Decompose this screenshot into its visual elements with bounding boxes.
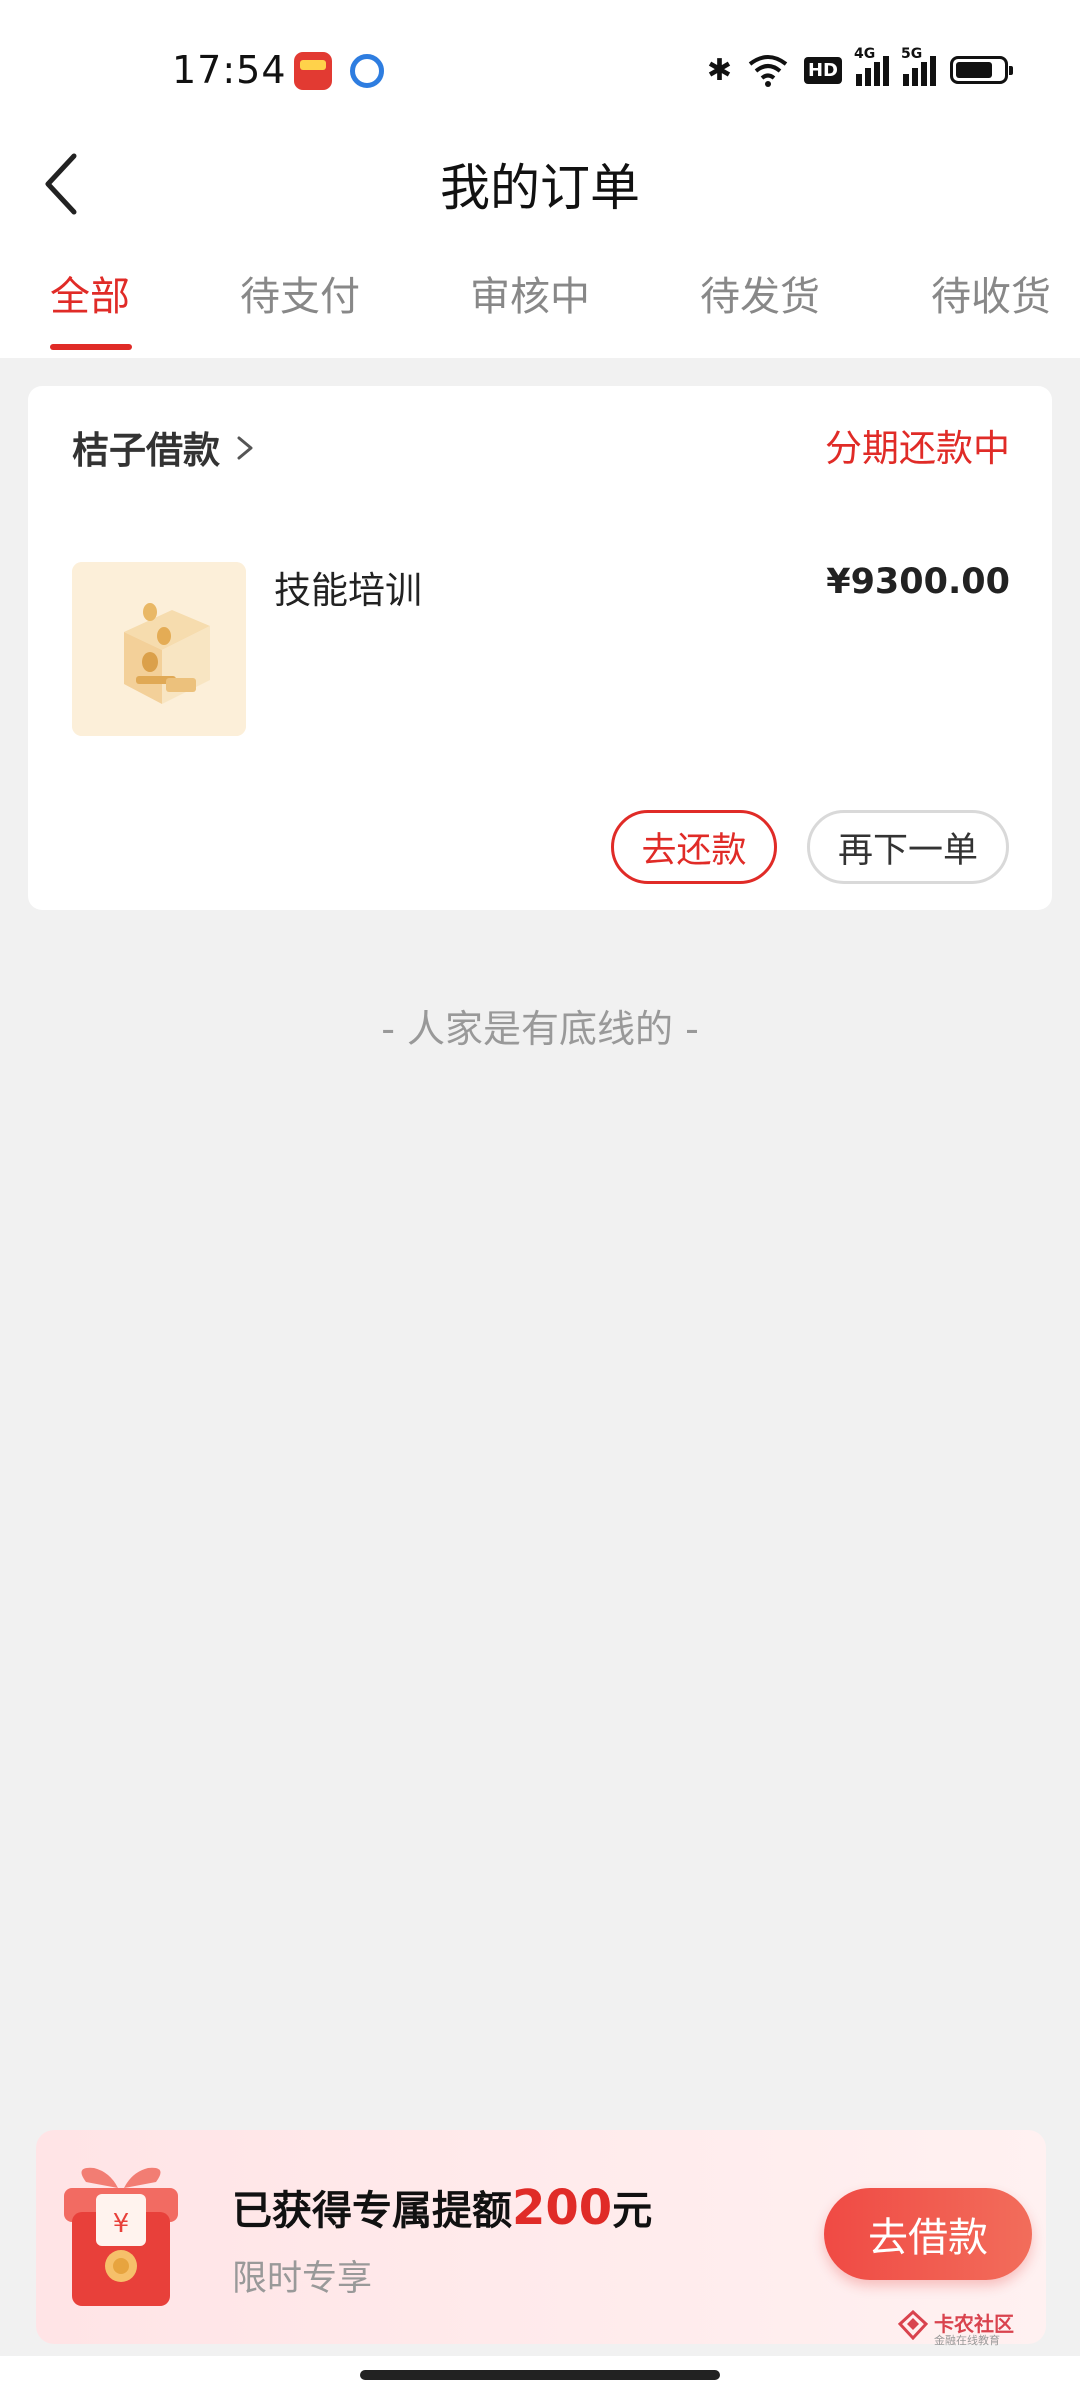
browser-notification-icon: [350, 54, 384, 88]
tab-under-review[interactable]: 审核中: [470, 264, 590, 322]
product-thumbnail[interactable]: [72, 562, 246, 736]
kanong-logo-icon: [898, 2310, 928, 2340]
promo-title: 已获得专属提额200元: [232, 2180, 653, 2236]
active-tab-indicator: [50, 344, 132, 350]
tab-pending-receipt[interactable]: 待收货: [931, 264, 1051, 322]
promo-banner[interactable]: ¥ 已获得专属提额200元 限时专享 去借款: [36, 2130, 1046, 2344]
product-price: ¥9300.00: [826, 562, 1010, 602]
home-indicator[interactable]: [360, 2370, 720, 2380]
signal-4g-icon: 4G: [854, 46, 889, 86]
status-icons: ✱ HD 4G 5G: [706, 46, 1013, 92]
watermark-logo: 卡农社区 金融在线教育: [898, 2308, 1058, 2348]
nav-bar: 我的订单: [0, 140, 1080, 240]
status-bar: 17:54 ✱ HD 4G 5G: [0, 0, 1080, 140]
bluetooth-icon: ✱: [706, 52, 732, 88]
tab-pending-payment[interactable]: 待支付: [240, 264, 360, 322]
reorder-button[interactable]: 再下一单: [807, 810, 1009, 884]
tab-all[interactable]: 全部: [50, 264, 130, 322]
red-envelope-gift-icon: ¥: [56, 2160, 186, 2310]
app-notification-icon: [294, 52, 332, 90]
promo-subtitle: 限时专享: [232, 2259, 373, 2299]
wifi-icon: [746, 52, 790, 88]
merchant-name[interactable]: 桔子借款: [72, 420, 220, 474]
status-time: 17:54: [172, 48, 287, 92]
promo-amount: 200: [512, 2180, 613, 2236]
chevron-right-icon[interactable]: [231, 428, 259, 468]
page-title: 我的订单: [440, 159, 640, 217]
battery-icon: [950, 56, 1013, 84]
order-status-badge: 分期还款中: [825, 427, 1010, 470]
product-name[interactable]: 技能培训: [274, 560, 422, 614]
hd-icon: HD: [803, 56, 842, 84]
signal-5g-icon: 5G: [901, 46, 936, 86]
svg-text:¥: ¥: [113, 2209, 130, 2239]
coin-box-icon: [72, 562, 246, 736]
system-nav-area: [0, 2356, 1080, 2400]
tab-pending-shipment[interactable]: 待发货: [700, 264, 820, 322]
order-card[interactable]: 桔子借款 分期还款中 技能培训 ¥9300.00 去还款 再下一单: [28, 386, 1052, 910]
borrow-button[interactable]: 去借款: [824, 2188, 1032, 2280]
order-tabs: 全部 待支付 审核中 待发货 待收货: [0, 240, 1080, 358]
repay-button[interactable]: 去还款: [611, 810, 777, 884]
list-end-text: - 人家是有底线的 -: [381, 1007, 699, 1051]
